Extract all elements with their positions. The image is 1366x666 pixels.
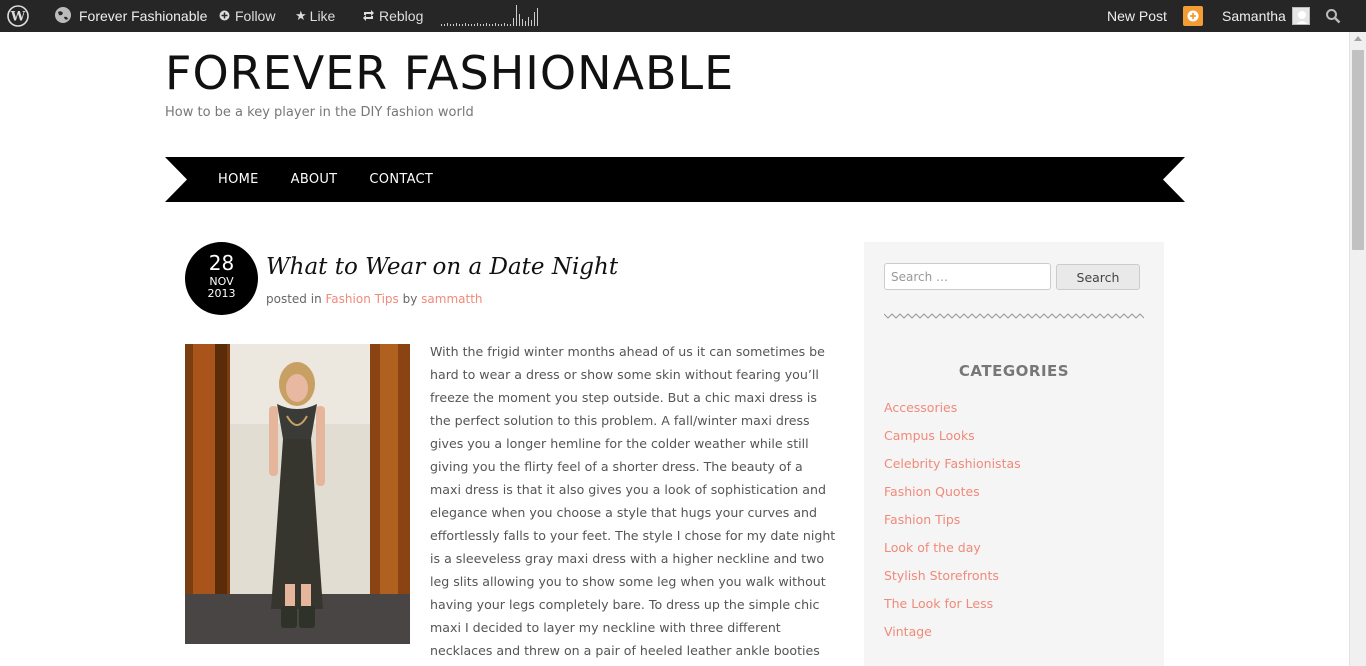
post-body-line: the perfect solution to this problem. A … [430,413,810,428]
category-link-stylish-storefronts[interactable]: Stylish Storefronts [884,568,999,583]
post-body-line: maxi I decided to layer my neckline with… [430,620,781,635]
post-date-year: 2013 [207,287,236,300]
star-icon: ★ [295,8,307,23]
avatar [1291,7,1310,25]
category-link-celebrity-fashionistas[interactable]: Celebrity Fashionistas [884,456,1021,471]
list-item: The Look for Less [884,596,1021,624]
nav-item-home[interactable]: HOME [218,172,259,187]
plus-circle-icon [219,8,230,24]
list-item: Campus Looks [884,428,1021,456]
admin-search-icon[interactable] [1325,0,1341,32]
post-body-line: giving you the flirty feel of a shorter … [430,459,803,474]
category-link-accessories[interactable]: Accessories [884,400,957,415]
post-date-day: 28 [208,251,235,275]
admin-bar: W Forever Fashionable Follow ★ Like Rebl… [0,0,1366,32]
reblog-icon [362,8,375,24]
reblog-button[interactable]: Reblog [362,0,423,32]
nav-item-contact[interactable]: CONTACT [369,172,433,187]
notification-icon [1183,6,1203,26]
post-body-line: freeze the moment you step outside. But … [430,390,817,405]
post-author-link[interactable]: sammatth [421,292,482,306]
post-body-line: having your legs completely bare. To dre… [430,597,820,612]
scrollbar-thumb[interactable] [1352,50,1364,250]
list-item: Look of the day [884,540,1021,568]
stats-sparkline[interactable] [441,0,539,32]
like-label: Like [309,8,336,24]
by-label: by [402,292,418,306]
search-input[interactable] [884,263,1051,290]
user-menu[interactable]: Samantha [1222,0,1310,32]
site-title[interactable]: FOREVER FASHIONABLE [165,48,734,98]
categories-heading: CATEGORIES [958,362,1070,380]
post-photo [185,344,410,644]
list-item: Fashion Tips [884,512,1021,540]
globe-icon [54,6,72,27]
list-item: Vintage [884,624,1021,652]
follow-label: Follow [235,8,276,24]
reblog-label: Reblog [379,8,424,24]
wordpress-logo-icon[interactable]: W [7,0,29,32]
category-link-vintage[interactable]: Vintage [884,624,932,639]
search-button[interactable]: Search [1056,264,1140,290]
post-body-line: effortlessly falls to your feet. The sty… [430,528,836,543]
post-title[interactable]: What to Wear on a Date Night [266,254,618,280]
follow-button[interactable]: Follow [219,0,275,32]
zigzag-divider [884,313,1144,319]
nav-item-about[interactable]: ABOUT [291,172,338,187]
post-date-badge: 28 NOV 2013 [185,242,258,315]
category-link-look-of-the-day[interactable]: Look of the day [884,540,981,555]
site-tagline: How to be a key player in the DIY fashio… [165,105,474,120]
post-body-line: hard to wear a dress or show some skin w… [430,367,819,382]
main-navigation: HOME ABOUT CONTACT [165,157,1185,202]
list-item: Celebrity Fashionistas [884,456,1021,484]
svg-text:W: W [10,10,26,25]
user-name-label: Samantha [1222,8,1286,24]
category-link-campus-looks[interactable]: Campus Looks [884,428,975,443]
posted-in-label: posted in [266,292,322,306]
post-body-line: necklaces and threw on a pair of heeled … [430,643,820,658]
post-body: With the frigid winter months ahead of u… [430,340,836,662]
category-link-fashion-tips[interactable]: Fashion Tips [884,512,960,527]
category-link-fashion-quotes[interactable]: Fashion Quotes [884,484,980,499]
list-item: Accessories [884,400,1021,428]
new-post-button[interactable]: New Post [1107,0,1167,32]
list-item: Fashion Quotes [884,484,1021,512]
scroll-up-arrow-icon[interactable] [1354,36,1362,41]
post-body-line: With the frigid winter months ahead of u… [430,344,825,359]
post-body-line: maxi dress is that it also gives you a l… [430,482,826,497]
post-meta: posted in Fashion Tips by sammatth [266,292,483,306]
my-site-menu[interactable]: Forever Fashionable [54,0,207,32]
category-link-the-look-for-less[interactable]: The Look for Less [884,596,993,611]
categories-list: Accessories Campus Looks Celebrity Fashi… [884,400,1021,652]
site-name-label: Forever Fashionable [79,8,208,24]
post-category-link[interactable]: Fashion Tips [326,292,399,306]
post-body-line: elegance when you choose a style that hu… [430,505,818,520]
post-body-line: leg slits allowing you to show some leg … [430,574,826,589]
notifications-button[interactable] [1183,0,1203,32]
post-body-line: is a sleeveless gray maxi dress with a h… [430,551,825,566]
page-scrollbar[interactable] [1349,32,1366,666]
list-item: Stylish Storefronts [884,568,1021,596]
sidebar: Search CATEGORIES Accessories Campus Loo… [864,242,1164,666]
post-body-line: gives you a longer hemline for the colde… [430,436,809,451]
like-button[interactable]: ★ Like [295,0,335,32]
